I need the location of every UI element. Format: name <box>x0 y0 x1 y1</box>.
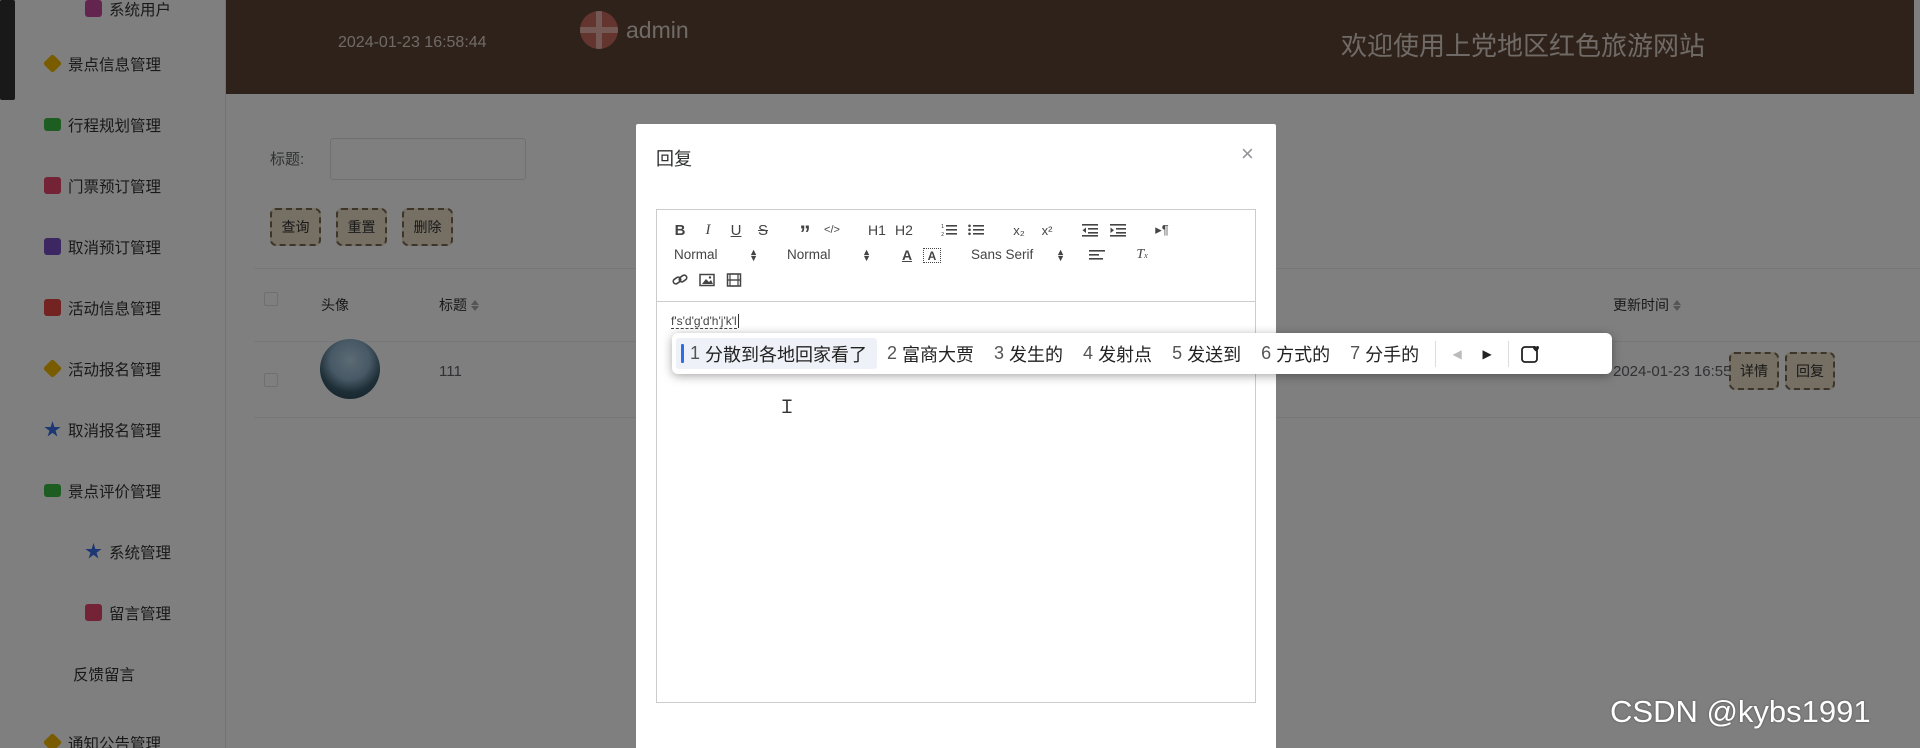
superscript-icon[interactable]: x² <box>1037 220 1057 240</box>
editor-content[interactable]: f's'd'g'd'h'j'k'l <box>671 314 739 329</box>
ordered-list-icon[interactable]: 12 <box>940 220 958 240</box>
ime-candidate[interactable]: 7 分手的 <box>1340 338 1429 369</box>
strike-icon[interactable]: S <box>754 220 772 240</box>
dialog-title: 回复 <box>656 149 692 169</box>
ime-candidate[interactable]: 1 分散到各地回家看了 <box>676 338 878 369</box>
reply-dialog: 回复 × B I U S ” </> H1 H2 12 x₂ x² ▸¶ Nor… <box>636 124 1276 748</box>
composing-text: f's'd'g'd'h'j'k'l <box>671 314 737 329</box>
ime-skin-heart-icon[interactable] <box>1515 339 1545 369</box>
italic-icon[interactable]: I <box>699 220 717 240</box>
header-1-icon[interactable]: H1 <box>866 220 888 240</box>
text-cursor-icon: Ｉ <box>778 397 796 417</box>
ime-candidate[interactable]: 3 发生的 <box>984 338 1073 369</box>
underline-icon[interactable]: U <box>727 220 745 240</box>
header-select-value: Normal <box>674 247 718 262</box>
blockquote-icon[interactable]: ” <box>796 220 814 245</box>
select-arrows-icon: ▲ ▼ <box>749 247 758 263</box>
svg-text:2: 2 <box>941 232 944 237</box>
text-color-icon[interactable]: A <box>898 245 916 265</box>
ime-candidate-number: 5 <box>1172 343 1183 363</box>
ime-candidate[interactable]: 2 富商大贾 <box>877 338 984 369</box>
font-select-value: Sans Serif <box>971 247 1034 262</box>
ime-candidate-number: 3 <box>994 343 1005 363</box>
font-select[interactable]: Sans Serif ▲ ▼ <box>971 247 1065 263</box>
video-icon[interactable] <box>725 270 743 290</box>
ime-candidate-text: 发射点 <box>1098 344 1153 365</box>
clear-format-icon[interactable]: Tx <box>1133 245 1151 265</box>
ime-candidate[interactable]: 5 发送到 <box>1162 338 1251 369</box>
link-icon[interactable] <box>671 270 689 290</box>
image-icon[interactable] <box>698 270 716 290</box>
select-arrows-icon: ▲ ▼ <box>1056 247 1065 263</box>
ime-candidate-text: 富商大贾 <box>902 344 975 365</box>
background-color-icon[interactable]: A <box>923 248 941 263</box>
ime-candidate-text: 分手的 <box>1365 344 1420 365</box>
ime-candidate-text: 发生的 <box>1009 344 1064 365</box>
ime-candidate-number: 6 <box>1261 343 1272 363</box>
rich-text-editor: B I U S ” </> H1 H2 12 x₂ x² ▸¶ Normal ▲… <box>656 209 1256 703</box>
subscript-icon[interactable]: x₂ <box>1009 220 1029 240</box>
bold-icon[interactable]: B <box>671 220 689 240</box>
ime-candidate-text: 发送到 <box>1187 344 1242 365</box>
watermark: CSDN @kybs1991 <box>1610 694 1871 729</box>
ime-separator <box>1508 340 1510 367</box>
bullet-list-icon[interactable] <box>967 220 985 240</box>
ime-next-page-icon[interactable]: ▶ <box>1472 339 1502 369</box>
text-caret <box>737 314 739 328</box>
ime-candidate[interactable]: 6 方式的 <box>1251 338 1340 369</box>
code-block-icon[interactable]: </> <box>823 220 841 240</box>
size-select[interactable]: Normal ▲ ▼ <box>787 247 871 263</box>
ime-prev-page-icon[interactable]: ◀ <box>1442 339 1472 369</box>
ime-candidate-number: 1 <box>690 343 701 363</box>
ime-candidate-number: 2 <box>887 343 898 363</box>
header-select[interactable]: Normal ▲ ▼ <box>674 247 758 263</box>
indent-icon[interactable] <box>1109 220 1127 240</box>
align-icon[interactable] <box>1088 245 1106 265</box>
editor-toolbar: B I U S ” </> H1 H2 12 x₂ x² ▸¶ Normal ▲… <box>657 210 1255 302</box>
ime-candidate-bar: 1 分散到各地回家看了 2 富商大贾 3 发生的 4 发射点 5 发送到 6 方式的 7 分手… <box>672 333 1612 374</box>
select-arrows-icon: ▲ ▼ <box>862 247 871 263</box>
ime-candidate-text: 分散到各地回家看了 <box>705 344 868 365</box>
size-select-value: Normal <box>787 247 831 262</box>
svg-text:1: 1 <box>941 224 944 230</box>
outdent-icon[interactable] <box>1081 220 1099 240</box>
ime-candidate-number: 4 <box>1083 343 1094 363</box>
close-icon[interactable]: × <box>1241 141 1254 167</box>
header-2-icon[interactable]: H2 <box>893 220 915 240</box>
ime-separator <box>1435 340 1437 367</box>
ime-candidate-text: 方式的 <box>1276 344 1331 365</box>
text-direction-icon[interactable]: ▸¶ <box>1151 220 1173 240</box>
ime-candidate-number: 7 <box>1350 343 1361 363</box>
ime-candidate[interactable]: 4 发射点 <box>1073 338 1162 369</box>
